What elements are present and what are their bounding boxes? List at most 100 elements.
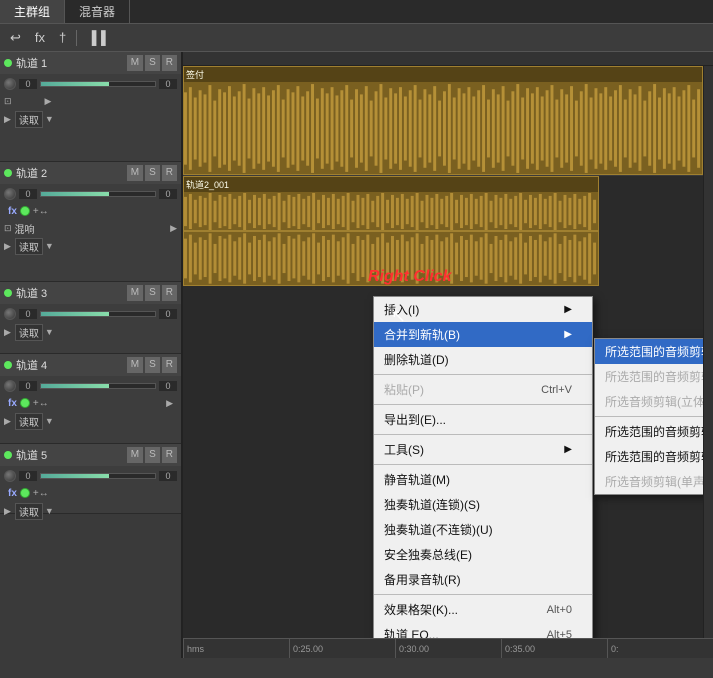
track-5-fx-power[interactable]: [20, 488, 30, 498]
track-5-read-label[interactable]: 读取: [15, 503, 43, 520]
track-4-active-icon: [4, 361, 12, 369]
track-1-expand-btn[interactable]: ▶: [4, 114, 11, 125]
submenu-stereo-a-label: 所选范围的音频剪辑(立体声)(A): [605, 343, 703, 360]
menu-item-safe-solo[interactable]: 安全独奏总线(E): [374, 542, 592, 567]
track-2-rec-btn[interactable]: R: [162, 165, 177, 181]
track-5-fx-plus-icon[interactable]: +↔: [33, 488, 49, 499]
menu-item-mute[interactable]: 静音轨道(M): [374, 467, 592, 492]
menu-item-solo-locked[interactable]: 独奏轨道(连锁)(S): [374, 492, 592, 517]
track-1-solo-btn[interactable]: S: [145, 55, 160, 71]
track-row: 轨道 2 M S R 0 0 fx +↔ ⊡ 混: [0, 162, 181, 282]
track-3-dropdown-icon[interactable]: ▼: [45, 327, 54, 337]
arrange-tracks[interactable]: 签付: [183, 66, 703, 638]
track-4-vol-row: 0 0: [4, 378, 177, 394]
track-2-solo-btn[interactable]: S: [145, 165, 160, 181]
track-2-mix-icon: ⊡: [4, 223, 12, 234]
track-2-vol-knob[interactable]: [4, 188, 16, 200]
fx-button[interactable]: fx: [31, 28, 49, 47]
bars-icon[interactable]: ▐▐: [83, 28, 109, 47]
track-2-arrow[interactable]: ▶: [170, 223, 177, 234]
track-4-solo-btn[interactable]: S: [145, 357, 160, 373]
clip-1[interactable]: 签付: [183, 66, 703, 175]
track-5-vol-bar[interactable]: [40, 473, 156, 479]
tab-mixer[interactable]: 混音器: [65, 0, 130, 23]
track-2-expand-btn[interactable]: ▶: [4, 241, 11, 252]
track-1-read-label[interactable]: 读取: [15, 111, 43, 128]
track-1-rec-btn[interactable]: R: [162, 55, 177, 71]
track-2-fx-plus-icon[interactable]: +↔: [33, 206, 49, 217]
track-3-solo-btn[interactable]: S: [145, 285, 160, 301]
track-4-dropdown-icon[interactable]: ▼: [45, 416, 54, 426]
arrange-with-scroll: 签付: [183, 66, 713, 638]
track-5-mute-btn[interactable]: M: [127, 447, 143, 463]
menu-item-solo-unlocked[interactable]: 独奏轨道(不连锁)(U): [374, 517, 592, 542]
track-4-expand-btn[interactable]: ▶: [4, 416, 11, 427]
track-5-rec-btn[interactable]: R: [162, 447, 177, 463]
track-4-fx-plus-icon[interactable]: +↔: [33, 398, 49, 409]
submenu-item-mono-g[interactable]: 所选范围的音频剪辑(单声道)(G): [595, 444, 703, 469]
track-4-name: 轨道 4: [16, 357, 125, 373]
track-row: 轨道 5 M S R 0 0 fx +↔ ▶: [0, 444, 181, 514]
track-2-vol-bar[interactable]: [40, 191, 156, 197]
arrange-scrollbar[interactable]: [183, 52, 713, 66]
menu-item-solo-unlocked-label: 独奏轨道(不连锁)(U): [384, 521, 493, 538]
track-4-vol-knob[interactable]: [4, 380, 16, 392]
undo-icon[interactable]: ↩: [6, 28, 25, 48]
menu-item-insert[interactable]: 插入(I) ▶: [374, 297, 592, 322]
track-3-mute-btn[interactable]: M: [127, 285, 143, 301]
track-1-name: 轨道 1: [16, 55, 125, 71]
track-4-mute-btn[interactable]: M: [127, 357, 143, 373]
vertical-scrollbar[interactable]: [703, 66, 713, 638]
menu-item-track-eq-shortcut: Alt+5: [547, 629, 572, 639]
tab-main-group[interactable]: 主群组: [0, 0, 65, 23]
track-row: 轨道 3 M S R 0 0 ▶ 读取 ▼: [0, 282, 181, 354]
menu-item-export[interactable]: 导出到(E)...: [374, 407, 592, 432]
track-3-read-label[interactable]: 读取: [15, 324, 43, 341]
track-4-read-label[interactable]: 读取: [15, 413, 43, 430]
menu-item-delete-track[interactable]: 删除轨道(D): [374, 347, 592, 372]
clip-2-upper[interactable]: 轨道2_001: [183, 176, 599, 231]
track-2-dropdown-icon[interactable]: ▼: [45, 241, 54, 251]
track-1-mute-btn[interactable]: M: [127, 55, 143, 71]
track-5-solo-btn[interactable]: S: [145, 447, 160, 463]
menu-item-backup-rec[interactable]: 备用录音轨(R): [374, 567, 592, 592]
track-1-active-icon: [4, 59, 12, 67]
track-3-controls: 0 0: [0, 304, 181, 324]
main-layout: 轨道 1 M S R 0 0 ⊡ ▶ ▶ 读取 ▼: [0, 52, 713, 658]
track-1-extra: ⊡: [4, 96, 12, 107]
track-5-vol-knob[interactable]: [4, 470, 16, 482]
menu-item-paste-shortcut: Ctrl+V: [541, 384, 572, 396]
submenu-item-mono-m[interactable]: 所选范围的音频剪辑(单声道)(M): [595, 419, 703, 444]
menu-item-tools[interactable]: 工具(S) ▶: [374, 437, 592, 462]
track-5-pan-num: 0: [159, 471, 177, 481]
track-2-read-label[interactable]: 读取: [15, 238, 43, 255]
arrange-area: 签付: [183, 52, 713, 658]
track-5-dropdown-icon[interactable]: ▼: [45, 506, 54, 516]
track-5-expand-btn[interactable]: ▶: [4, 506, 11, 517]
track-2-vol-num: 0: [19, 189, 37, 199]
menu-item-merge[interactable]: 合并到新轨(B) ▶ 所选范围的音频剪辑(立体声)(A) 所选范围的音频剪辑(立…: [374, 322, 592, 347]
menu-item-insert-arrow: ▶: [564, 304, 572, 315]
track-3-rec-btn[interactable]: R: [162, 285, 177, 301]
track-3-expand-btn[interactable]: ▶: [4, 327, 11, 338]
menu-item-paste: 粘贴(P) Ctrl+V: [374, 377, 592, 402]
menu-item-track-eq-label: 轨道 EQ...: [384, 626, 439, 638]
track-2-mute-btn[interactable]: M: [127, 165, 143, 181]
track-1-arrow[interactable]: ▶: [45, 96, 52, 107]
track-4-arrow[interactable]: ▶: [166, 398, 173, 409]
track-3-vol-bar[interactable]: [40, 311, 156, 317]
track-4-fx-row: fx +↔ ▶: [4, 395, 177, 411]
track-2-fx-power[interactable]: [20, 206, 30, 216]
menu-item-fx-rack[interactable]: 效果格架(K)... Alt+0: [374, 597, 592, 622]
track-1-vol-bar[interactable]: [40, 81, 156, 87]
track-1-dropdown-icon[interactable]: ▼: [45, 114, 54, 124]
menu-item-track-eq[interactable]: 轨道 EQ... Alt+5: [374, 622, 592, 638]
submenu-mono-g-label: 所选范围的音频剪辑(单声道)(G): [605, 448, 703, 465]
add-icon[interactable]: †: [55, 28, 70, 47]
submenu-item-stereo-a[interactable]: 所选范围的音频剪辑(立体声)(A): [595, 339, 703, 364]
track-4-vol-bar[interactable]: [40, 383, 156, 389]
track-4-rec-btn[interactable]: R: [162, 357, 177, 373]
track-3-vol-knob[interactable]: [4, 308, 16, 320]
track-1-vol-knob[interactable]: [4, 78, 16, 90]
track-4-fx-power[interactable]: [20, 398, 30, 408]
